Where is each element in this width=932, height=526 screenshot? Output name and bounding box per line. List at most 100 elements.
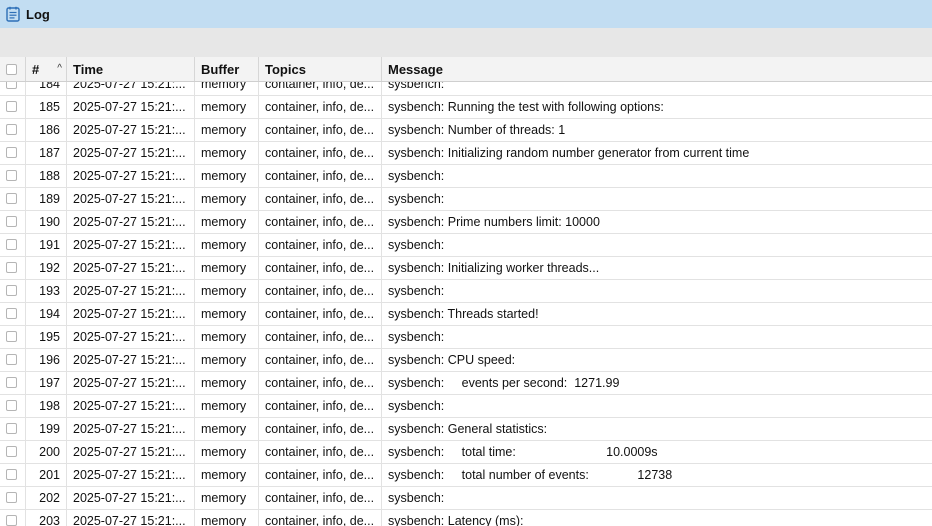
row-checkbox[interactable]: [6, 331, 17, 343]
row-checkbox[interactable]: [6, 101, 17, 113]
row-time: 2025-07-27 15:21:...: [67, 441, 195, 463]
row-checkbox[interactable]: [6, 285, 17, 297]
table-row[interactable]: 195 2025-07-27 15:21:... memory container, …: [0, 326, 932, 349]
row-topics: container, info, de...: [259, 418, 382, 440]
column-header-topics[interactable]: Topics: [259, 57, 382, 81]
row-checkbox[interactable]: [6, 377, 17, 389]
row-message: sysbench: Running the test with followin…: [388, 100, 664, 114]
table-row[interactable]: 201 2025-07-27 15:21:... memory container, …: [0, 464, 932, 487]
row-number: 197: [26, 372, 67, 394]
row-time: 2025-07-27 15:21:...: [67, 280, 195, 302]
row-time: 2025-07-27 15:21:...: [67, 349, 195, 371]
window-title: Log: [26, 6, 50, 22]
column-header-time[interactable]: Time: [67, 57, 195, 81]
table-row[interactable]: 199 2025-07-27 15:21:... memory container, …: [0, 418, 932, 441]
row-checkbox[interactable]: [6, 239, 17, 251]
row-number: 202: [26, 487, 67, 509]
column-header-buffer[interactable]: Buffer: [195, 57, 259, 81]
row-checkbox[interactable]: [6, 262, 17, 274]
row-time: 2025-07-27 15:21:...: [67, 165, 195, 187]
row-select-cell: [0, 257, 26, 279]
row-select-cell: [0, 280, 26, 302]
row-topics: container, info, de...: [259, 510, 382, 526]
table-row[interactable]: 185 2025-07-27 15:21:... memory container, …: [0, 96, 932, 119]
row-checkbox[interactable]: [6, 469, 17, 481]
row-time: 2025-07-27 15:21:...: [67, 510, 195, 526]
column-header-message[interactable]: Message: [382, 57, 932, 81]
row-number: 194: [26, 303, 67, 325]
row-time: 2025-07-27 15:21:...: [67, 211, 195, 233]
row-select-cell: [0, 211, 26, 233]
row-buffer: memory: [195, 165, 259, 187]
table-row[interactable]: 197 2025-07-27 15:21:... memory container, …: [0, 372, 932, 395]
row-message: sysbench: total number of events: 12738: [388, 468, 673, 482]
table-row[interactable]: 186 2025-07-27 15:21:... memory container, …: [0, 119, 932, 142]
table-row[interactable]: 196 2025-07-27 15:21:... memory container, …: [0, 349, 932, 372]
table-row[interactable]: 188 2025-07-27 15:21:... memory container, …: [0, 165, 932, 188]
table-row[interactable]: 191 2025-07-27 15:21:... memory container, …: [0, 234, 932, 257]
row-checkbox[interactable]: [6, 446, 17, 458]
table-row[interactable]: 198 2025-07-27 15:21:... memory container, …: [0, 395, 932, 418]
table-row[interactable]: 200 2025-07-27 15:21:... memory container, …: [0, 441, 932, 464]
row-topics: container, info, de...: [259, 234, 382, 256]
row-checkbox[interactable]: [6, 124, 17, 136]
row-message: sysbench:: [388, 169, 445, 183]
row-select-cell: [0, 418, 26, 440]
row-number: 185: [26, 96, 67, 118]
column-header-number[interactable]: # ^: [26, 57, 67, 81]
row-message: sysbench:: [388, 82, 445, 91]
table-row[interactable]: 187 2025-07-27 15:21:... memory container, …: [0, 142, 932, 165]
table-row[interactable]: 202 2025-07-27 15:21:... memory container, …: [0, 487, 932, 510]
row-number: 192: [26, 257, 67, 279]
row-buffer: memory: [195, 211, 259, 233]
row-select-cell: [0, 510, 26, 526]
row-message: sysbench: Initializing worker threads...: [388, 261, 600, 275]
row-number: 186: [26, 119, 67, 141]
row-message: sysbench: Number of threads: 1: [388, 123, 566, 137]
row-checkbox[interactable]: [6, 308, 17, 320]
table-row[interactable]: 194 2025-07-27 15:21:... memory container, …: [0, 303, 932, 326]
row-message: sysbench: Initializing random number gen…: [388, 146, 750, 160]
row-topics: container, info, de...: [259, 119, 382, 141]
row-buffer: memory: [195, 142, 259, 164]
table-row[interactable]: 189 2025-07-27 15:21:... memory container, …: [0, 188, 932, 211]
row-checkbox[interactable]: [6, 147, 17, 159]
row-time: 2025-07-27 15:21:...: [67, 188, 195, 210]
table-row[interactable]: 190 2025-07-27 15:21:... memory container, …: [0, 211, 932, 234]
row-topics: container, info, de...: [259, 349, 382, 371]
row-topics: container, info, de...: [259, 82, 382, 95]
row-checkbox[interactable]: [6, 423, 17, 435]
table-row[interactable]: 184 2025-07-27 15:21:... memory container, …: [0, 82, 932, 96]
row-buffer: memory: [195, 510, 259, 526]
select-all-checkbox[interactable]: [6, 63, 17, 75]
row-checkbox[interactable]: [6, 354, 17, 366]
row-topics: container, info, de...: [259, 188, 382, 210]
row-topics: container, info, de...: [259, 303, 382, 325]
table-row[interactable]: 192 2025-07-27 15:21:... memory container, …: [0, 257, 932, 280]
row-topics: container, info, de...: [259, 326, 382, 348]
row-message: sysbench: Prime numbers limit: 10000: [388, 215, 600, 229]
log-table-body[interactable]: 184 2025-07-27 15:21:... memory container, …: [0, 82, 932, 526]
row-message: sysbench:: [388, 192, 445, 206]
row-time: 2025-07-27 15:21:...: [67, 119, 195, 141]
row-select-cell: [0, 165, 26, 187]
row-checkbox[interactable]: [6, 515, 17, 526]
row-time: 2025-07-27 15:21:...: [67, 234, 195, 256]
row-checkbox[interactable]: [6, 193, 17, 205]
row-topics: container, info, de...: [259, 280, 382, 302]
row-checkbox[interactable]: [6, 82, 17, 90]
row-checkbox[interactable]: [6, 216, 17, 228]
row-select-cell: [0, 96, 26, 118]
table-row[interactable]: 203 2025-07-27 15:21:... memory container, …: [0, 510, 932, 526]
row-buffer: memory: [195, 234, 259, 256]
row-buffer: memory: [195, 441, 259, 463]
row-time: 2025-07-27 15:21:...: [67, 303, 195, 325]
row-message: sysbench: total time: 10.0009s: [388, 445, 658, 459]
row-checkbox[interactable]: [6, 400, 17, 412]
row-number: 195: [26, 326, 67, 348]
row-checkbox[interactable]: [6, 170, 17, 182]
table-row[interactable]: 193 2025-07-27 15:21:... memory container, …: [0, 280, 932, 303]
row-checkbox[interactable]: [6, 492, 17, 504]
row-time: 2025-07-27 15:21:...: [67, 82, 195, 95]
row-buffer: memory: [195, 280, 259, 302]
